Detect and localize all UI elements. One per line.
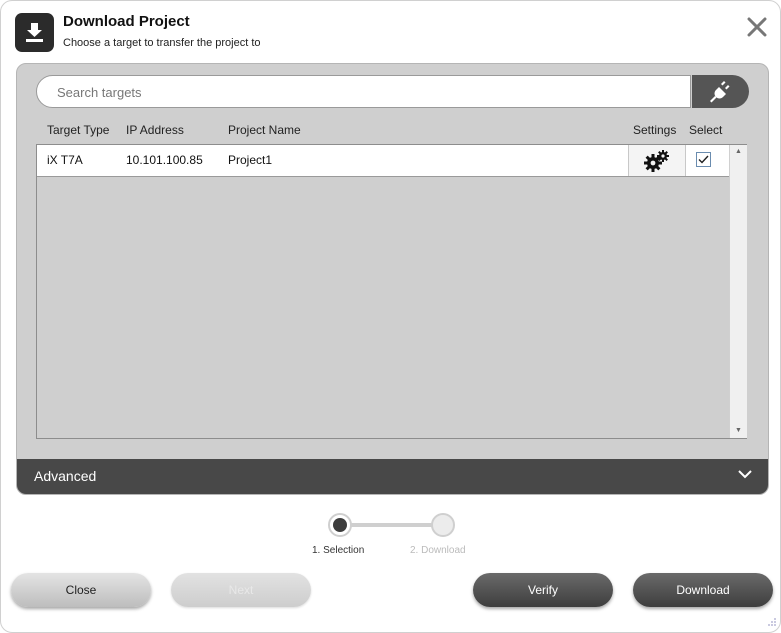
scroll-down-arrow-icon[interactable]: ▼ — [735, 427, 742, 434]
scroll-up-arrow-icon[interactable]: ▲ — [735, 148, 742, 155]
column-header-select: Select — [689, 123, 723, 137]
cell-project-name: Project1 — [228, 153, 273, 167]
chevron-down-icon — [738, 470, 752, 479]
advanced-expander[interactable]: Advanced — [17, 459, 768, 494]
next-button[interactable]: Next — [171, 573, 311, 607]
download-button[interactable]: Download — [633, 573, 773, 607]
step-download-label: 2. Download — [410, 545, 466, 556]
checkmark-icon — [698, 155, 709, 164]
targets-panel: Target Type IP Address Project Name Sett… — [16, 63, 769, 495]
plug-connect-icon — [710, 81, 730, 103]
cell-ip-address: 10.101.100.85 — [126, 153, 203, 167]
search-box — [36, 75, 691, 108]
table-scrollbar[interactable]: ▲ ▼ — [729, 145, 747, 438]
advanced-label: Advanced — [34, 468, 97, 484]
download-project-dialog: Download Project Choose a target to tran… — [0, 0, 781, 633]
gear-icon — [644, 150, 669, 172]
column-header-ip-address: IP Address — [126, 123, 184, 137]
dialog-title: Download Project — [63, 13, 190, 30]
targets-table: iX T7A 10.101.100.85 Project1 ▲ ▼ — [36, 144, 747, 439]
row-settings-button[interactable] — [628, 145, 686, 176]
close-icon[interactable] — [745, 15, 769, 39]
resize-grip-icon[interactable] — [765, 617, 777, 629]
dialog-subtitle: Choose a target to transfer the project … — [63, 37, 261, 49]
table-row[interactable]: iX T7A 10.101.100.85 Project1 — [37, 145, 729, 177]
step-selection-label: 1. Selection — [312, 545, 365, 556]
close-button[interactable]: Close — [11, 573, 151, 607]
stepper-track — [351, 523, 433, 527]
cell-target-type: iX T7A — [47, 153, 83, 167]
step-selection-indicator — [328, 513, 352, 537]
step-download-indicator — [431, 513, 455, 537]
column-header-target-type: Target Type — [47, 123, 110, 137]
column-header-project-name: Project Name — [228, 123, 301, 137]
select-checkbox[interactable] — [696, 152, 711, 167]
column-header-settings: Settings — [633, 123, 677, 137]
download-icon — [15, 13, 54, 52]
verify-button[interactable]: Verify — [473, 573, 613, 607]
search-input[interactable] — [55, 84, 679, 101]
connect-target-button[interactable] — [692, 75, 749, 108]
